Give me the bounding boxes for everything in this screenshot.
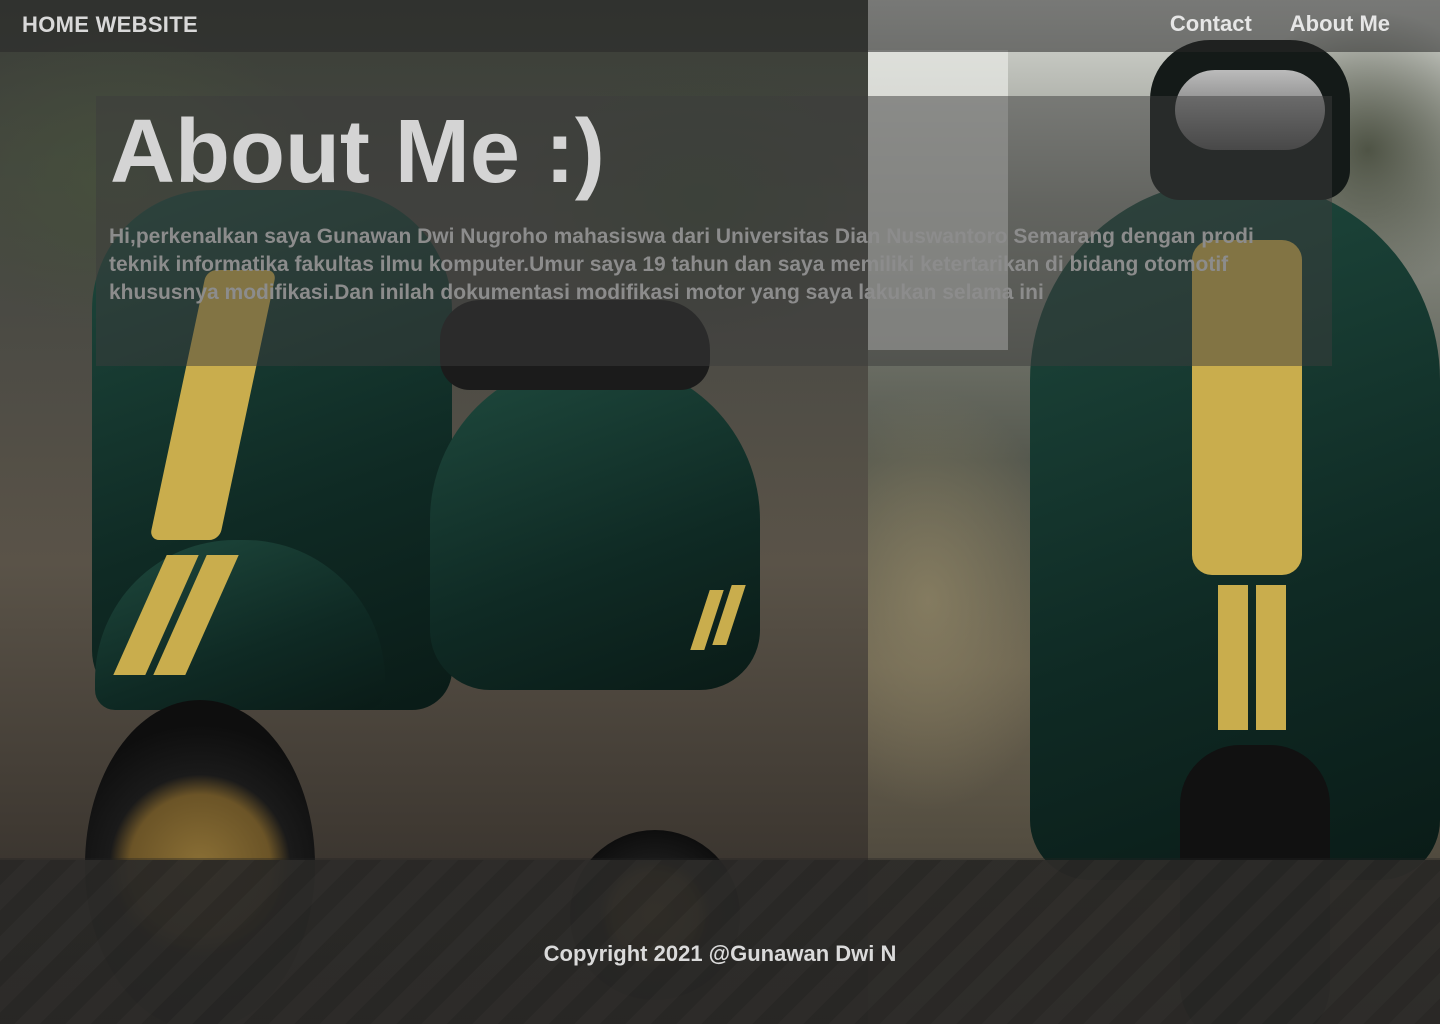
page-title: About Me :): [110, 102, 605, 202]
nav-links: Contact About Me: [1170, 11, 1390, 37]
about-panel: About Me :) Hi,perkenalkan saya Gunawan …: [96, 96, 1332, 366]
scooter-right-fender-stripe: [1218, 585, 1248, 730]
brand-link[interactable]: HOME WEBSITE: [22, 12, 198, 38]
scooter-right-fender-stripe: [1256, 585, 1286, 730]
nav-link-contact[interactable]: Contact: [1170, 11, 1252, 37]
page: HOME WEBSITE Contact About Me About Me :…: [0, 0, 1440, 1024]
about-paragraph: Hi,perkenalkan saya Gunawan Dwi Nugroho …: [109, 225, 1254, 304]
copyright-text: Copyright 2021 @Gunawan Dwi N: [543, 941, 897, 966]
scooter-left-side-panel: [430, 360, 760, 690]
navbar: HOME WEBSITE Contact About Me: [0, 0, 1440, 52]
footer: Copyright 2021 @Gunawan Dwi N: [0, 858, 1440, 1024]
nav-link-about-me[interactable]: About Me: [1290, 11, 1390, 37]
